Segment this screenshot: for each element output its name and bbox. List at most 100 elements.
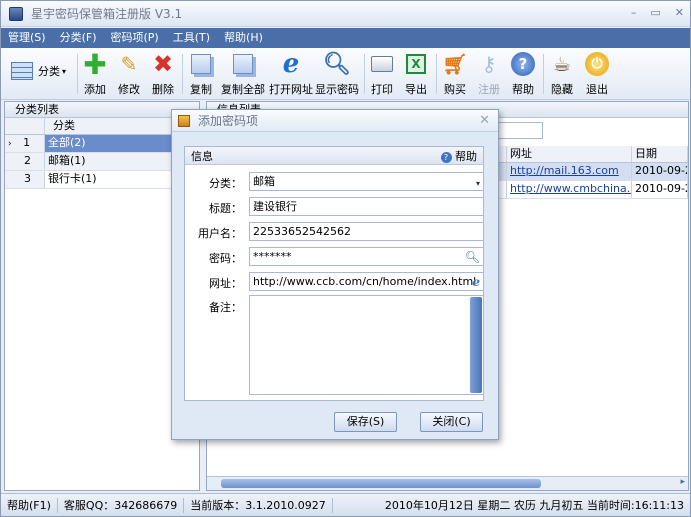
category-select[interactable]: 邮箱 ▾ [249,172,484,191]
copy-all-icon [230,51,256,77]
password-value: ******* [253,250,292,263]
app-name: 星宇密码保管箱注册版 [31,7,152,21]
dialog-title-bar: 添加密码项 ✕ [172,110,498,132]
copy-label: 复制 [190,83,212,96]
category-row[interactable]: 3 银行卡(1) [5,171,199,189]
app-version: V3.1 [154,7,183,21]
url-input[interactable]: http://www.ccb.com/cn/home/index.html e [249,272,484,291]
dialog-form: 信息 ? 帮助 分类： 邮箱 ▾ 标题： 建设银行 用户名： 225336525… [184,146,484,401]
dialog-close-icon[interactable]: ✕ [479,113,490,128]
toolbar-separator [364,54,365,94]
magnifier-icon: 🔍︎ [323,51,351,77]
dialog-title: 添加密码项 [198,114,259,128]
url-cell[interactable]: http://mail.163.com [507,163,632,180]
toolbar-separator [436,54,437,94]
help-icon: ? [510,51,536,77]
help-circle-icon: ? [440,151,452,163]
open-url-button[interactable]: e 打开网址 [268,49,314,97]
notes-textarea[interactable] [249,295,484,395]
power-icon: ⏻ [584,51,610,77]
copy-button[interactable]: 复制 [186,51,216,97]
main-window: 星宇密码保管箱注册版 V3.1 – ▭ ✕ 管理(S) 分类(F) 密码项(P)… [0,0,691,517]
save-button[interactable]: 保存(S) [334,412,397,432]
printer-icon [369,51,395,77]
search-input[interactable] [495,122,543,139]
username-input[interactable]: 22533652542562 [249,222,484,241]
horizontal-scrollbar[interactable]: ▸ [207,476,688,490]
category-dropdown-label: 分类 [38,65,60,78]
notes-scrollbar[interactable] [470,297,482,393]
add-label: 添加 [84,83,106,96]
show-password-button[interactable]: 🔍︎ 显示密码 [314,51,360,97]
category-row[interactable]: 2 邮箱(1) [5,153,199,171]
copy-icon [188,51,214,77]
edit-label: 修改 [118,83,140,96]
open-url-icon[interactable]: e [472,274,480,290]
url-label: 网址： [209,277,242,290]
username-label: 用户名： [198,227,242,240]
buy-button[interactable]: 🛒︎ 购买 [441,51,469,97]
title-label: 标题： [209,202,242,215]
url-column-header[interactable]: 网址 [507,146,632,162]
menu-category[interactable]: 分类(F) [53,28,104,48]
maximize-icon[interactable]: ▭ [650,6,660,19]
menu-manage[interactable]: 管理(S) [1,28,53,48]
scroll-right-arrow-icon[interactable]: ▸ [680,477,685,487]
url-cell[interactable]: http://www.cmbchina.... [507,181,632,198]
toolbar-separator [543,54,544,94]
dialog-app-icon [178,114,190,127]
export-button[interactable]: X 导出 [402,51,430,97]
password-label: 密码： [209,252,242,265]
show-password-label: 显示密码 [315,83,359,96]
status-datetime: 2010年10月12日 星期二 农历 九月初五 当前时间:16:11:13 [384,498,684,512]
help-button[interactable]: ? 帮助 [509,51,537,97]
dialog-help-link[interactable]: ? 帮助 [440,148,477,164]
status-bar: 帮助(F1) 客服QQ：342686679 当前版本：3.1.2010.0927… [1,493,690,516]
delete-button[interactable]: ✖ 删除 [149,50,177,97]
toolbar-separator [182,54,183,94]
add-button[interactable]: ✚ 添加 [81,47,109,97]
key-icon: ⚷ [481,52,497,76]
copy-all-button[interactable]: 复制全部 [220,51,266,97]
menu-password-item[interactable]: 密码项(P) [104,28,166,48]
help-label: 帮助 [512,83,534,96]
exit-button[interactable]: ⏻ 退出 [583,51,611,97]
close-icon[interactable]: ✕ [675,6,684,19]
hide-button[interactable]: ☕︎ 隐藏 [548,51,576,97]
title-input[interactable]: 建设银行 [249,197,484,216]
dialog-help-label: 帮助 [455,149,477,163]
app-lock-icon [9,6,23,21]
register-label: 注册 [478,83,500,96]
category-grid-header: 分类 [5,118,199,135]
category-list-title: 分类列表 [5,102,199,118]
menu-tools[interactable]: 工具(T) [166,28,217,48]
print-button[interactable]: 打印 [368,51,396,97]
delete-label: 删除 [152,83,174,96]
date-column-header[interactable]: 日期 [632,146,688,162]
category-row[interactable]: › 1 全部(2) [5,135,199,153]
row-number: 3 [5,171,45,188]
chevron-down-icon: ▾ [475,179,480,188]
notes-label: 备注： [209,301,242,314]
url-value: http://www.ccb.com/cn/home/index.html [253,275,477,288]
close-button[interactable]: 关闭(C) [420,412,483,432]
category-dropdown-button[interactable]: 分类 ▾ [11,62,66,80]
date-cell: 2010-09-2 [632,163,688,180]
excel-icon: X [403,51,429,77]
plus-icon: ✚ [83,47,107,81]
edit-button[interactable]: ✎ 修改 [115,51,143,97]
row-number: › 1 [5,135,45,152]
row-number-text: 1 [23,136,31,149]
reveal-password-icon[interactable]: 🔍︎ [465,249,480,265]
buy-label: 购买 [444,83,466,96]
print-label: 打印 [371,83,393,96]
scroll-thumb[interactable] [221,479,541,488]
register-button[interactable]: ⚷ 注册 [475,51,503,97]
status-help[interactable]: 帮助(F1) [1,497,58,513]
password-input[interactable]: ******* 🔍︎ [249,247,484,266]
toolbar-separator [77,54,78,94]
export-label: 导出 [405,83,427,96]
minimize-icon[interactable]: – [631,6,637,19]
menu-help[interactable]: 帮助(H) [217,28,270,48]
hide-label: 隐藏 [551,83,573,96]
